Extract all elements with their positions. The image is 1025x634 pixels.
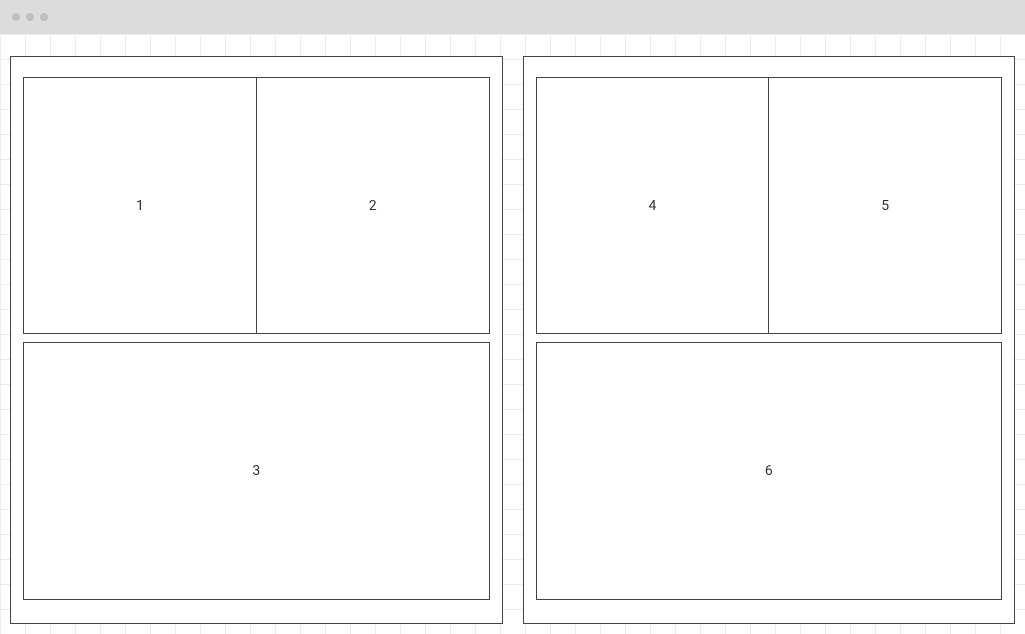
grid-cell-label: 3 [252,463,260,479]
window-dot-close-icon[interactable] [12,13,20,21]
grid-cell-label: 4 [648,198,656,214]
grid-cell-3: 3 [23,342,490,600]
grid-cell-5: 5 [769,78,1001,333]
grid-top-row: 4 5 [536,77,1003,334]
grid-cell-4: 4 [537,78,770,333]
window-dots [12,13,48,21]
grid-cell-label: 5 [881,198,889,214]
window-chrome [0,0,1025,34]
grid-cell-label: 2 [369,198,377,214]
grid-cell-6: 6 [536,342,1003,600]
grid-top-row: 1 2 [23,77,490,334]
grid-container-right: 4 5 6 [523,56,1016,624]
grid-cell-1: 1 [24,78,257,333]
grid-cell-label: 6 [765,463,773,479]
window-dot-maximize-icon[interactable] [40,13,48,21]
grid-cell-2: 2 [257,78,489,333]
grid-container-left: 1 2 3 [10,56,503,624]
content-area: 1 2 3 4 5 6 [0,34,1025,634]
grid-cell-label: 1 [136,198,144,214]
window-dot-minimize-icon[interactable] [26,13,34,21]
